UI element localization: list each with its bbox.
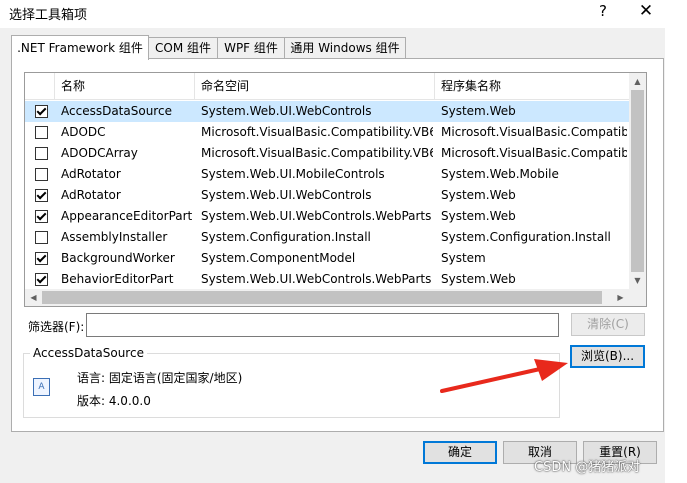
cell-assembly: System.Web: [441, 104, 516, 118]
version-info: 版本: 4.0.0.0: [77, 394, 151, 408]
cell-name: BehaviorEditorPart: [61, 272, 174, 286]
table-row[interactable]: BehaviorEditorPart System.Web.UI.WebContr…: [25, 269, 629, 290]
tab-wpf[interactable]: WPF 组件: [217, 37, 285, 58]
scroll-up-icon[interactable]: ▲: [629, 73, 646, 90]
cell-name: AccessDataSource: [61, 104, 172, 118]
table-row[interactable]: AccessDataSource System.Web.UI.WebControl…: [25, 101, 629, 122]
clear-button[interactable]: 清除(C): [571, 313, 645, 336]
horizontal-scroll-thumb[interactable]: [42, 291, 602, 304]
scroll-right-icon[interactable]: ▶: [612, 289, 629, 306]
annotation-arrow-icon: [440, 359, 568, 393]
cell-name: AdRotator: [61, 188, 121, 202]
cell-assembly: Microsoft.VisualBasic.Compatibi: [441, 146, 627, 160]
vertical-scroll-thumb[interactable]: [631, 90, 644, 272]
close-button[interactable]: ✕: [634, 1, 658, 23]
cell-name: AdRotator: [61, 167, 121, 181]
row-checkbox[interactable]: [35, 231, 48, 244]
cell-name: AssemblyInstaller: [61, 230, 168, 244]
vertical-scrollbar[interactable]: ▲ ▼: [629, 73, 646, 289]
cell-namespace: System.ComponentModel: [201, 251, 356, 265]
cell-assembly: System.Web: [441, 209, 516, 223]
cell-assembly: System.Web.Mobile: [441, 167, 559, 181]
language-info: 语言: 固定语言(固定国家/地区): [77, 371, 243, 385]
assembly-icon: A: [33, 378, 50, 396]
background-strip: [665, 28, 687, 483]
header-check-column[interactable]: [25, 73, 55, 99]
tab-uwp[interactable]: 通用 Windows 组件: [284, 37, 406, 58]
table-row[interactable]: AppearanceEditorPart System.Web.UI.WebCon…: [25, 206, 629, 227]
table-row[interactable]: AdRotator System.Web.UI.MobileControls Sys…: [25, 164, 629, 185]
row-checkbox[interactable]: [35, 252, 48, 265]
details-title: AccessDataSource: [30, 346, 147, 360]
watermark: CSDN @猪猪派对: [534, 460, 641, 475]
scroll-down-icon[interactable]: ▼: [629, 272, 646, 289]
filter-label: 筛选器(F):: [28, 320, 85, 334]
scroll-corner: [629, 289, 646, 306]
row-checkbox[interactable]: [35, 105, 48, 118]
row-checkbox[interactable]: [35, 210, 48, 223]
header-namespace[interactable]: 命名空间: [195, 73, 435, 99]
cell-namespace: System.Web.UI.WebControls.WebParts: [201, 272, 432, 286]
cell-name: ADODCArray: [61, 146, 138, 160]
row-checkbox[interactable]: [35, 126, 48, 139]
cell-namespace: System.Configuration.Install: [201, 230, 371, 244]
row-checkbox[interactable]: [35, 189, 48, 202]
horizontal-scrollbar[interactable]: ◀ ▶: [25, 289, 629, 306]
scroll-left-icon[interactable]: ◀: [25, 289, 42, 306]
ok-button[interactable]: 确定: [423, 441, 497, 464]
row-checkbox[interactable]: [35, 147, 48, 160]
row-checkbox[interactable]: [35, 168, 48, 181]
cell-assembly: System.Web: [441, 272, 516, 286]
cell-assembly: System: [441, 251, 486, 265]
tab-com[interactable]: COM 组件: [148, 37, 218, 58]
filter-input[interactable]: [86, 313, 559, 337]
window-title: 选择工具箱项: [9, 8, 88, 23]
cell-namespace: System.Web.UI.WebControls: [201, 104, 372, 118]
cell-namespace: System.Web.UI.WebControls.WebParts: [201, 209, 432, 223]
cell-assembly: System.Web: [441, 188, 516, 202]
cell-assembly: Microsoft.VisualBasic.Compatibi: [441, 125, 627, 139]
cell-namespace: System.Web.UI.MobileControls: [201, 167, 385, 181]
table-row[interactable]: AssemblyInstaller System.Configuration.In…: [25, 227, 629, 248]
table-row[interactable]: ADODC Microsoft.VisualBasic.Compatibility…: [25, 122, 629, 143]
cell-namespace: System.Web.UI.WebControls: [201, 188, 372, 202]
table-row[interactable]: AdRotator System.Web.UI.WebControls System…: [25, 185, 629, 206]
cell-namespace: Microsoft.VisualBasic.Compatibility.VB6: [201, 125, 433, 139]
title-bar: [0, 0, 687, 28]
header-assembly[interactable]: 程序集名称: [435, 73, 629, 99]
cell-assembly: System.Configuration.Install: [441, 230, 611, 244]
cell-namespace: Microsoft.VisualBasic.Compatibility.VB6: [201, 146, 433, 160]
cell-name: BackgroundWorker: [61, 251, 175, 265]
browse-button[interactable]: 浏览(B)...: [570, 345, 645, 368]
cell-name: AppearanceEditorPart: [61, 209, 193, 223]
help-button[interactable]: ?: [594, 2, 612, 22]
cell-name: ADODC: [61, 125, 106, 139]
row-checkbox[interactable]: [35, 273, 48, 286]
table-row[interactable]: ADODCArray Microsoft.VisualBasic.Compatib…: [25, 143, 629, 164]
component-list[interactable]: 名称 命名空间 程序集名称 AccessDataSource System.Web…: [24, 72, 647, 307]
table-row[interactable]: BackgroundWorker System.ComponentModel Sys…: [25, 248, 629, 269]
tab-dotnet-framework[interactable]: .NET Framework 组件: [11, 35, 149, 60]
header-name[interactable]: 名称: [55, 73, 195, 99]
list-header: 名称 命名空间 程序集名称: [25, 73, 629, 100]
